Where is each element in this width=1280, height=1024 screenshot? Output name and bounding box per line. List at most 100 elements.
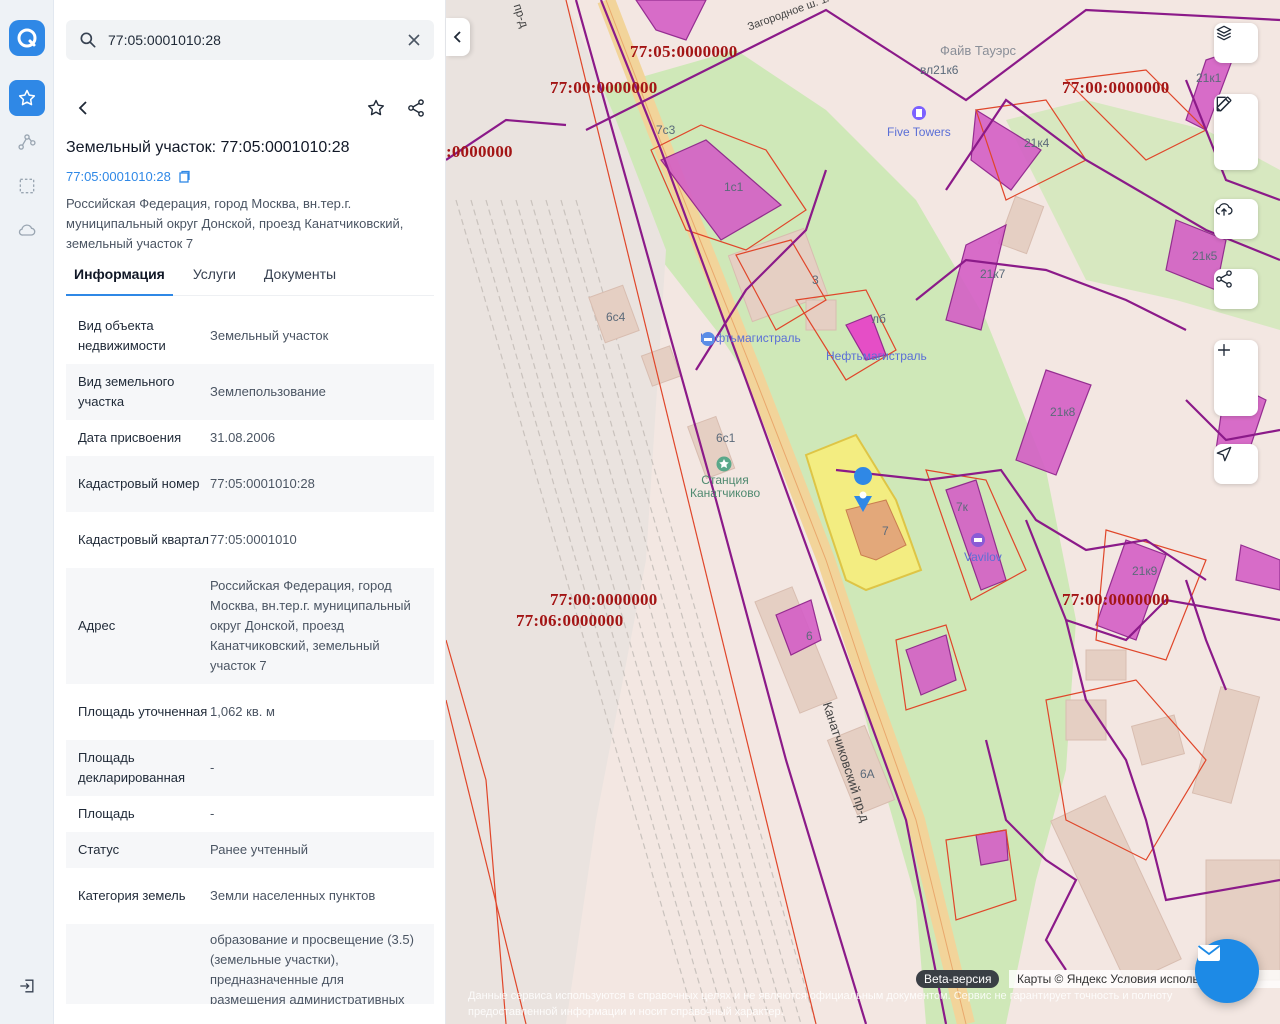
copy-icon[interactable]: [177, 170, 191, 184]
panel-actions: [66, 90, 434, 126]
upload-button[interactable]: [1214, 199, 1258, 239]
cadastral-map[interactable]: 77:05:0000000 77:00:0000000 :0000000 77:…: [446, 0, 1280, 1024]
layers-button[interactable]: [1214, 23, 1258, 63]
cadastral-zone-label: 77:00:0000000: [550, 78, 658, 97]
building-number: 3: [812, 273, 819, 287]
favorites-star-icon[interactable]: [9, 80, 45, 116]
building-number: вл21к6: [920, 63, 959, 77]
map-share-button[interactable]: [1214, 269, 1258, 309]
layers-icon: [1216, 25, 1232, 41]
table-row: Вид земельного участка Землепользование: [66, 364, 434, 420]
cadastral-number-link[interactable]: 77:05:0001010:28: [66, 169, 191, 184]
share-icon: [408, 99, 424, 117]
building-number: 7с3: [656, 123, 676, 137]
poi-label: Vavilov: [964, 550, 1002, 564]
cadastral-zone-label: 77:06:0000000: [516, 611, 624, 630]
row-value: -: [210, 806, 215, 821]
building-number: 6с4: [606, 310, 626, 324]
search-icon: [80, 32, 96, 48]
geolocation-button[interactable]: [1214, 444, 1258, 484]
poi-neftmagistral-2[interactable]: Нефтьмагистраль: [826, 349, 927, 363]
row-key: Категория земель: [78, 888, 186, 903]
row-value: -: [210, 760, 215, 775]
cloud-upload-icon: [1215, 203, 1233, 216]
table-row: Кадастровый квартал 77:05:0001010: [66, 512, 434, 568]
building-number: 21к5: [1192, 249, 1218, 263]
row-key: Дата присвоения: [78, 430, 182, 445]
row-value: Ранее учтенный: [210, 842, 308, 857]
business-center-icon: [912, 106, 926, 120]
table-row: Площадь уточненная 1,062 кв. м: [66, 684, 434, 740]
beta-badge: Beta-версия: [916, 970, 1000, 988]
object-title: Земельный участок: 77:05:0001010:28: [66, 139, 350, 156]
area-select-icon[interactable]: [9, 168, 45, 204]
row-key: Вид объекта недвижимости: [78, 318, 166, 353]
cadastral-zone-label: 77:05:0000000: [630, 42, 738, 61]
tab-documents[interactable]: Документы: [256, 262, 344, 296]
row-value: Земли населенных пунктов: [210, 888, 376, 903]
poi-neftmagistral-1[interactable]: Нефтьмагистраль: [700, 331, 801, 346]
tab-services[interactable]: Услуги: [185, 262, 244, 296]
minus-icon: [1218, 349, 1230, 351]
poi-vavilov[interactable]: Vavilov: [964, 533, 1002, 564]
building-number: лб: [872, 312, 886, 326]
info-table: Вид объекта недвижимости Земельный участо…: [66, 308, 434, 1004]
row-value: 31.08.2006: [210, 430, 276, 445]
cloud-icon[interactable]: [9, 212, 45, 248]
cadastral-zone-label: 77:00:0000000: [1062, 78, 1170, 97]
poi-label: Five Towers: [887, 125, 951, 139]
row-value: Землепользование: [210, 384, 326, 399]
search-bar: [66, 20, 434, 60]
hotel-icon: [971, 533, 985, 547]
table-row: Категория земель Земли населенных пунктов: [66, 868, 434, 924]
star-icon: [367, 99, 385, 116]
building-number: 21к1: [1196, 71, 1222, 85]
row-key: Площадь: [78, 806, 135, 821]
app-logo-icon[interactable]: [9, 20, 45, 56]
collapse-panel-button[interactable]: [446, 18, 470, 56]
row-value: 77:05:0001010:28: [210, 476, 315, 491]
favorite-button[interactable]: [358, 90, 394, 126]
share-button[interactable]: [398, 90, 434, 126]
table-row: Статус Ранее учтенный: [66, 832, 434, 868]
map-disclaimer: Данные сервиса используются в справочных…: [468, 990, 1173, 1018]
poi-five-towers[interactable]: Five Towers: [887, 106, 951, 139]
cadastral-number-text[interactable]: 77:05:0001010:28: [66, 169, 171, 184]
row-key: Площадь декларированная: [78, 750, 186, 785]
logout-icon[interactable]: [9, 968, 45, 1004]
feedback-button[interactable]: [1195, 939, 1259, 1003]
mail-icon: [1197, 945, 1221, 961]
building-number: 6А: [860, 767, 875, 781]
cadastral-zone-label: 77:00:0000000: [550, 590, 658, 609]
row-key: Вид земельного участка: [78, 374, 175, 409]
clear-search-icon[interactable]: [406, 32, 422, 48]
row-value: 1,062 кв. м: [210, 704, 275, 719]
table-row: образование и просвещение (3.5) (земельн…: [66, 924, 434, 1004]
cadastral-zone-label: 77:00:0000000: [1062, 590, 1170, 609]
chevron-left-icon: [453, 31, 461, 43]
table-row: Кадастровый номер 77:05:0001010:28: [66, 456, 434, 512]
poi-label: Нефтьмагистраль: [826, 349, 927, 363]
table-row: Дата присвоения 31.08.2006: [66, 420, 434, 456]
building-number: 7: [882, 524, 889, 538]
edit-button[interactable]: [1214, 96, 1258, 166]
search-input[interactable]: [108, 32, 406, 48]
object-info-panel: Земельный участок: 77:05:0001010:28 77:0…: [54, 0, 446, 1024]
building-number: 21к9: [1132, 564, 1158, 578]
building-number: 6с1: [716, 431, 736, 445]
cadastral-zone-label: :0000000: [446, 142, 513, 161]
row-value: образование и просвещение (3.5) (земельн…: [210, 932, 414, 1004]
row-value: Земельный участок: [210, 328, 329, 343]
zoom-controls: [1214, 340, 1258, 416]
navigation-arrow-icon: [1216, 446, 1232, 462]
table-row: Адрес Российская Федерация, город Москва,…: [66, 568, 434, 684]
place-label: Станция Канатчиково: [690, 473, 761, 500]
car-service-icon: [701, 332, 715, 346]
map-canvas[interactable]: [446, 0, 1280, 1024]
zoom-out-button[interactable]: [1214, 349, 1258, 412]
row-value: Российская Федерация, город Москва, вн.т…: [210, 578, 411, 673]
route-nodes-icon[interactable]: [9, 124, 45, 160]
tab-information[interactable]: Информация: [66, 262, 173, 296]
station-star-icon: [716, 456, 732, 472]
back-button[interactable]: [66, 90, 102, 126]
